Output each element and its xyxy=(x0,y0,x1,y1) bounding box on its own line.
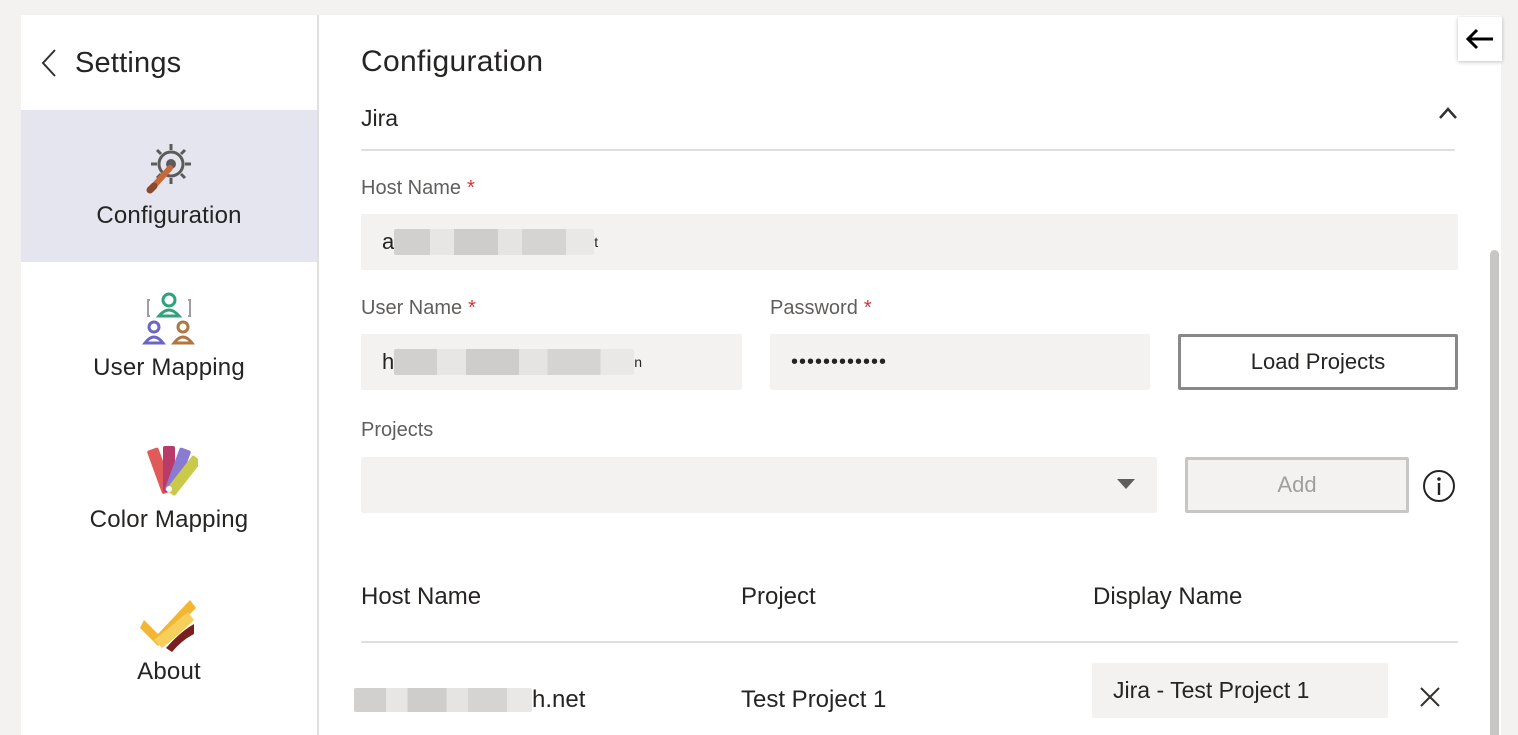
host-name-value-suffix: t xyxy=(594,234,599,250)
scrollbar-thumb[interactable] xyxy=(1490,250,1499,735)
password-value: •••••••••••• xyxy=(791,350,888,373)
arrow-left-icon xyxy=(1465,28,1493,50)
sidebar-item-color-mapping[interactable]: Color Mapping xyxy=(21,414,317,566)
required-marker: * xyxy=(467,177,475,199)
user-name-label: User Name * xyxy=(361,297,476,319)
caret-down-icon xyxy=(1117,479,1135,489)
sidebar-header[interactable]: Settings xyxy=(39,45,181,81)
close-icon[interactable] xyxy=(1419,686,1441,708)
display-name-input[interactable]: Jira - Test Project 1 xyxy=(1092,663,1388,718)
user-name-value-suffix: n xyxy=(634,354,643,370)
column-header-project: Project xyxy=(741,583,816,610)
user-mapping-icon xyxy=(141,292,196,345)
color-palette-icon xyxy=(147,446,198,496)
sidebar-item-label: User Mapping xyxy=(93,354,245,381)
about-checkmark-icon xyxy=(140,600,196,652)
user-name-input[interactable]: h n xyxy=(361,334,742,390)
host-name-label: Host Name * xyxy=(361,177,475,199)
host-name-value-prefix: a xyxy=(382,229,395,254)
sidebar-item-label: Configuration xyxy=(96,202,242,229)
user-name-value-prefix: h xyxy=(382,349,395,374)
chevron-left-icon[interactable] xyxy=(39,48,59,78)
chevron-up-icon[interactable] xyxy=(1437,105,1459,121)
load-projects-button[interactable]: Load Projects xyxy=(1178,334,1458,390)
row-project: Test Project 1 xyxy=(741,686,887,713)
redacted-text xyxy=(354,688,532,712)
page-title: Configuration xyxy=(361,45,544,78)
host-name-value-suffix: h.net xyxy=(532,686,586,713)
required-marker: * xyxy=(863,297,872,319)
password-input[interactable]: •••••••••••• xyxy=(770,334,1150,390)
section-divider xyxy=(361,149,1455,151)
settings-panel: Settings Configuration User Mapping Colo… xyxy=(21,15,1501,735)
sidebar-item-about[interactable]: About xyxy=(21,566,317,718)
sidebar-title: Settings xyxy=(75,46,182,79)
sidebar-item-label: About xyxy=(137,658,201,685)
host-name-input[interactable]: a t xyxy=(361,214,1458,270)
add-project-button[interactable]: Add xyxy=(1185,457,1409,513)
projects-dropdown[interactable] xyxy=(361,457,1157,513)
section-title-jira[interactable]: Jira xyxy=(361,105,398,132)
table-header-divider xyxy=(361,641,1458,643)
column-header-host-name: Host Name xyxy=(361,583,482,610)
row-host-name: h.net xyxy=(354,686,585,714)
required-marker: * xyxy=(468,297,476,319)
main-content: Configuration Jira Host Name * a t User N… xyxy=(354,15,1461,735)
sidebar-item-configuration[interactable]: Configuration xyxy=(21,110,317,262)
projects-label: Projects xyxy=(361,419,434,441)
info-icon[interactable] xyxy=(1422,469,1456,503)
sidebar-item-label: Color Mapping xyxy=(89,506,249,533)
sidebar: Settings Configuration User Mapping Colo… xyxy=(21,15,319,735)
wrench-gear-icon xyxy=(146,144,191,194)
sidebar-item-user-mapping[interactable]: User Mapping xyxy=(21,262,317,414)
collapse-pane-button[interactable] xyxy=(1458,17,1502,61)
redacted-text xyxy=(394,349,635,375)
column-header-display-name: Display Name xyxy=(1093,583,1243,610)
redacted-text xyxy=(394,229,595,255)
password-label: Password * xyxy=(770,297,872,319)
